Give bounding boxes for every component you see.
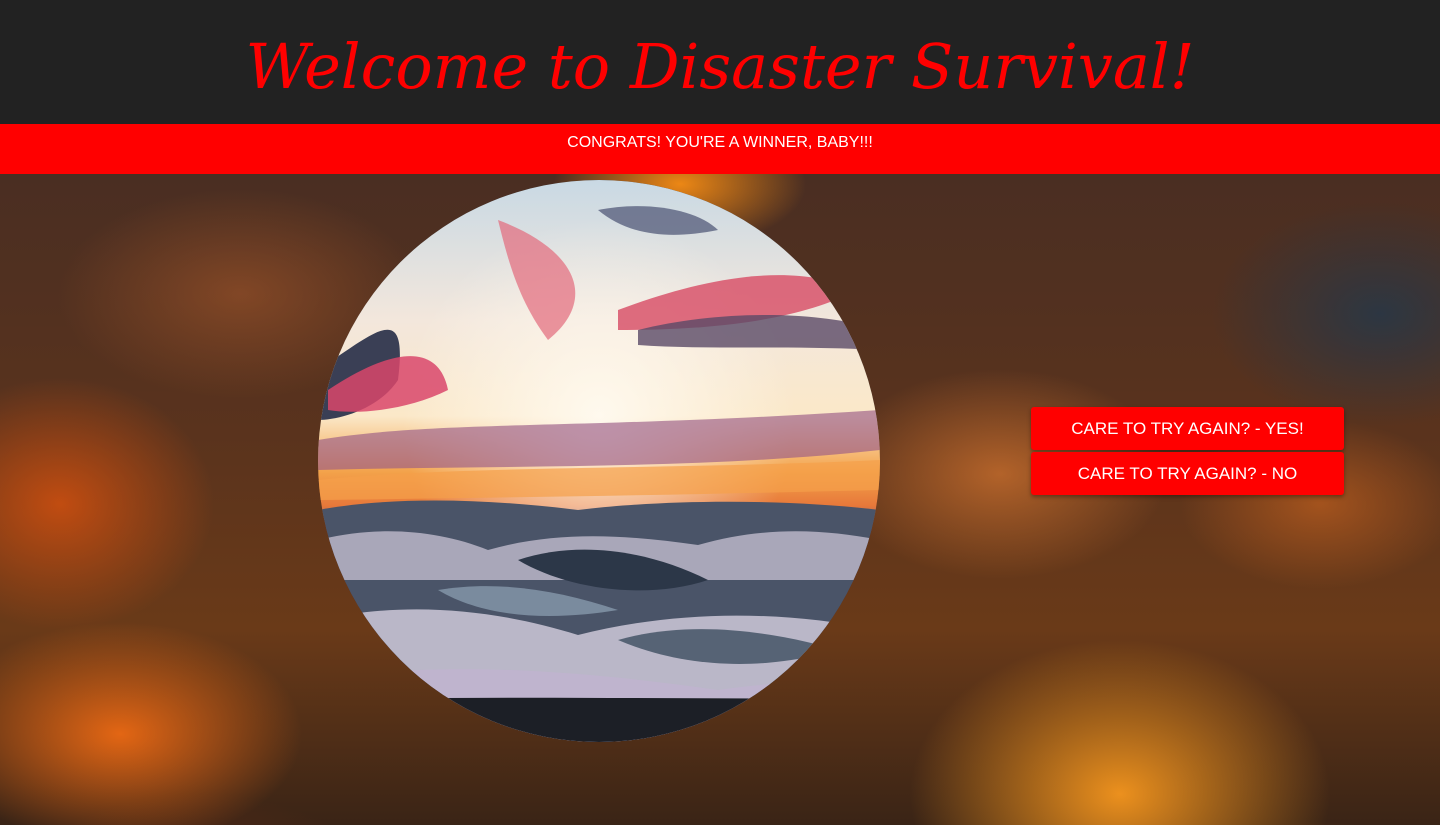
page-title: Welcome to Disaster Survival! [245,30,1195,103]
header: Welcome to Disaster Survival! [0,0,1440,124]
banner-text: CONGRATS! YOU'RE A WINNER, BABY!!! [567,134,873,151]
sunset-above-clouds-image [318,180,880,742]
winner-banner: CONGRATS! YOU'RE A WINNER, BABY!!! [0,124,1440,174]
try-again-no-button[interactable]: CARE TO TRY AGAIN? - NO [1031,452,1344,495]
page: Welcome to Disaster Survival! CONGRATS! … [0,0,1440,825]
try-again-yes-button[interactable]: CARE TO TRY AGAIN? - YES! [1031,407,1344,450]
